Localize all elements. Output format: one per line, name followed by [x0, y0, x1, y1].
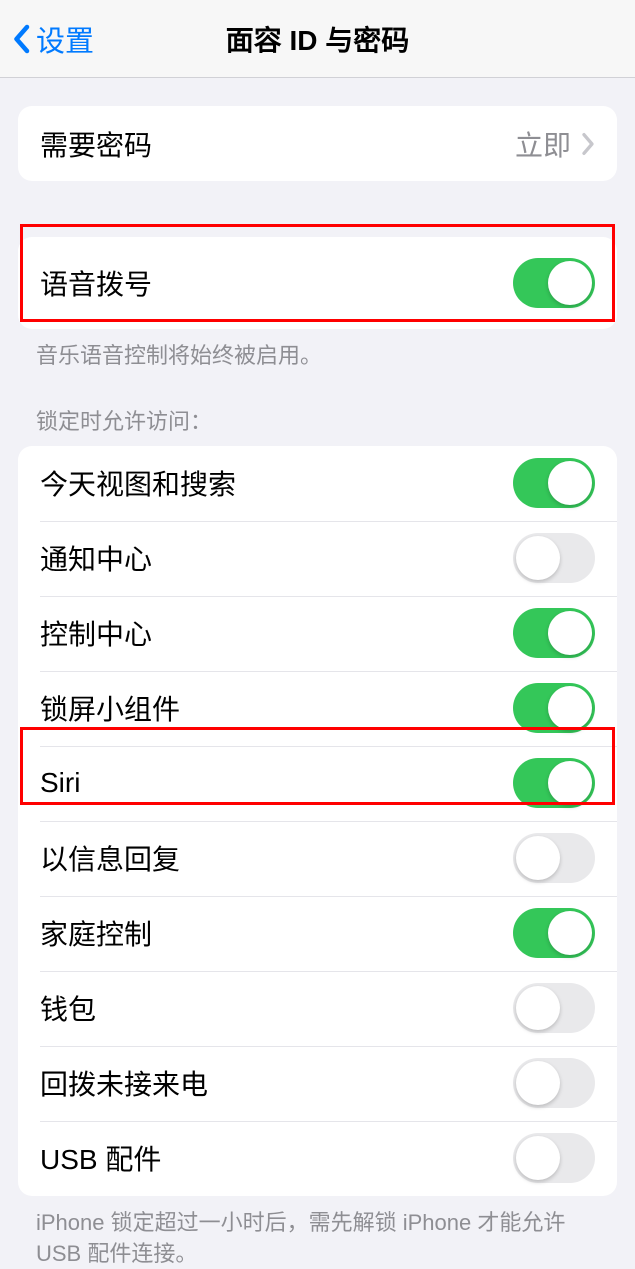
locked-access-label: USB 配件	[40, 1138, 161, 1178]
locked-access-row: 今天视图和搜索	[18, 446, 617, 521]
nav-bar: 设置 面容 ID 与密码	[0, 0, 635, 78]
locked-access-header: 锁定时允许访问：	[36, 404, 599, 436]
locked-access-row: 控制中心	[18, 596, 617, 671]
locked-access-row: 以信息回复	[18, 821, 617, 896]
locked-access-label: 今天视图和搜索	[40, 463, 236, 503]
locked-access-label: 以信息回复	[40, 838, 180, 878]
locked-access-row: USB 配件	[18, 1121, 617, 1196]
locked-access-toggle[interactable]	[513, 533, 595, 583]
locked-access-toggle[interactable]	[513, 833, 595, 883]
locked-access-row: 回拨未接来电	[18, 1046, 617, 1121]
locked-access-row: 通知中心	[18, 521, 617, 596]
require-passcode-value: 立即	[515, 124, 571, 164]
locked-access-label: 控制中心	[40, 613, 152, 653]
locked-access-row: 家庭控制	[18, 896, 617, 971]
page-title: 面容 ID 与密码	[0, 19, 635, 59]
locked-access-toggle[interactable]	[513, 983, 595, 1033]
voice-dial-footer: 音乐语音控制将始终被启用。	[36, 341, 599, 372]
chevron-right-icon	[581, 132, 595, 156]
locked-access-row: 锁屏小组件	[18, 671, 617, 746]
require-passcode-group: 需要密码 立即	[18, 106, 617, 181]
voice-dial-group: 语音拨号	[18, 237, 617, 329]
back-label: 设置	[36, 18, 94, 60]
locked-access-toggle[interactable]	[513, 1058, 595, 1108]
locked-access-group: 今天视图和搜索通知中心控制中心锁屏小组件 Siri 以信息回复家庭控制钱包回拨未接来…	[18, 446, 617, 1196]
locked-access-label: 钱包	[40, 988, 96, 1028]
voice-dial-row: 语音拨号	[18, 237, 617, 329]
require-passcode-label: 需要密码	[40, 124, 152, 164]
locked-access-toggle[interactable]	[513, 1133, 595, 1183]
locked-access-toggle[interactable]	[513, 758, 595, 808]
locked-access-label: 家庭控制	[40, 913, 152, 953]
locked-access-label: Siri	[40, 767, 80, 799]
locked-access-label: 回拨未接来电	[40, 1063, 208, 1103]
back-button[interactable]: 设置	[12, 18, 94, 60]
locked-access-row: Siri	[18, 746, 617, 821]
locked-access-label: 通知中心	[40, 538, 152, 578]
locked-access-toggle[interactable]	[513, 683, 595, 733]
require-passcode-row[interactable]: 需要密码 立即	[18, 106, 617, 181]
voice-dial-toggle[interactable]	[513, 258, 595, 308]
locked-access-label: 锁屏小组件	[40, 688, 180, 728]
locked-access-toggle[interactable]	[513, 608, 595, 658]
locked-access-footer: iPhone 锁定超过一小时后，需先解锁 iPhone 才能允许USB 配件连接…	[36, 1208, 599, 1269]
locked-access-toggle[interactable]	[513, 908, 595, 958]
chevron-left-icon	[12, 24, 30, 54]
voice-dial-label: 语音拨号	[40, 263, 152, 303]
locked-access-row: 钱包	[18, 971, 617, 1046]
locked-access-toggle[interactable]	[513, 458, 595, 508]
